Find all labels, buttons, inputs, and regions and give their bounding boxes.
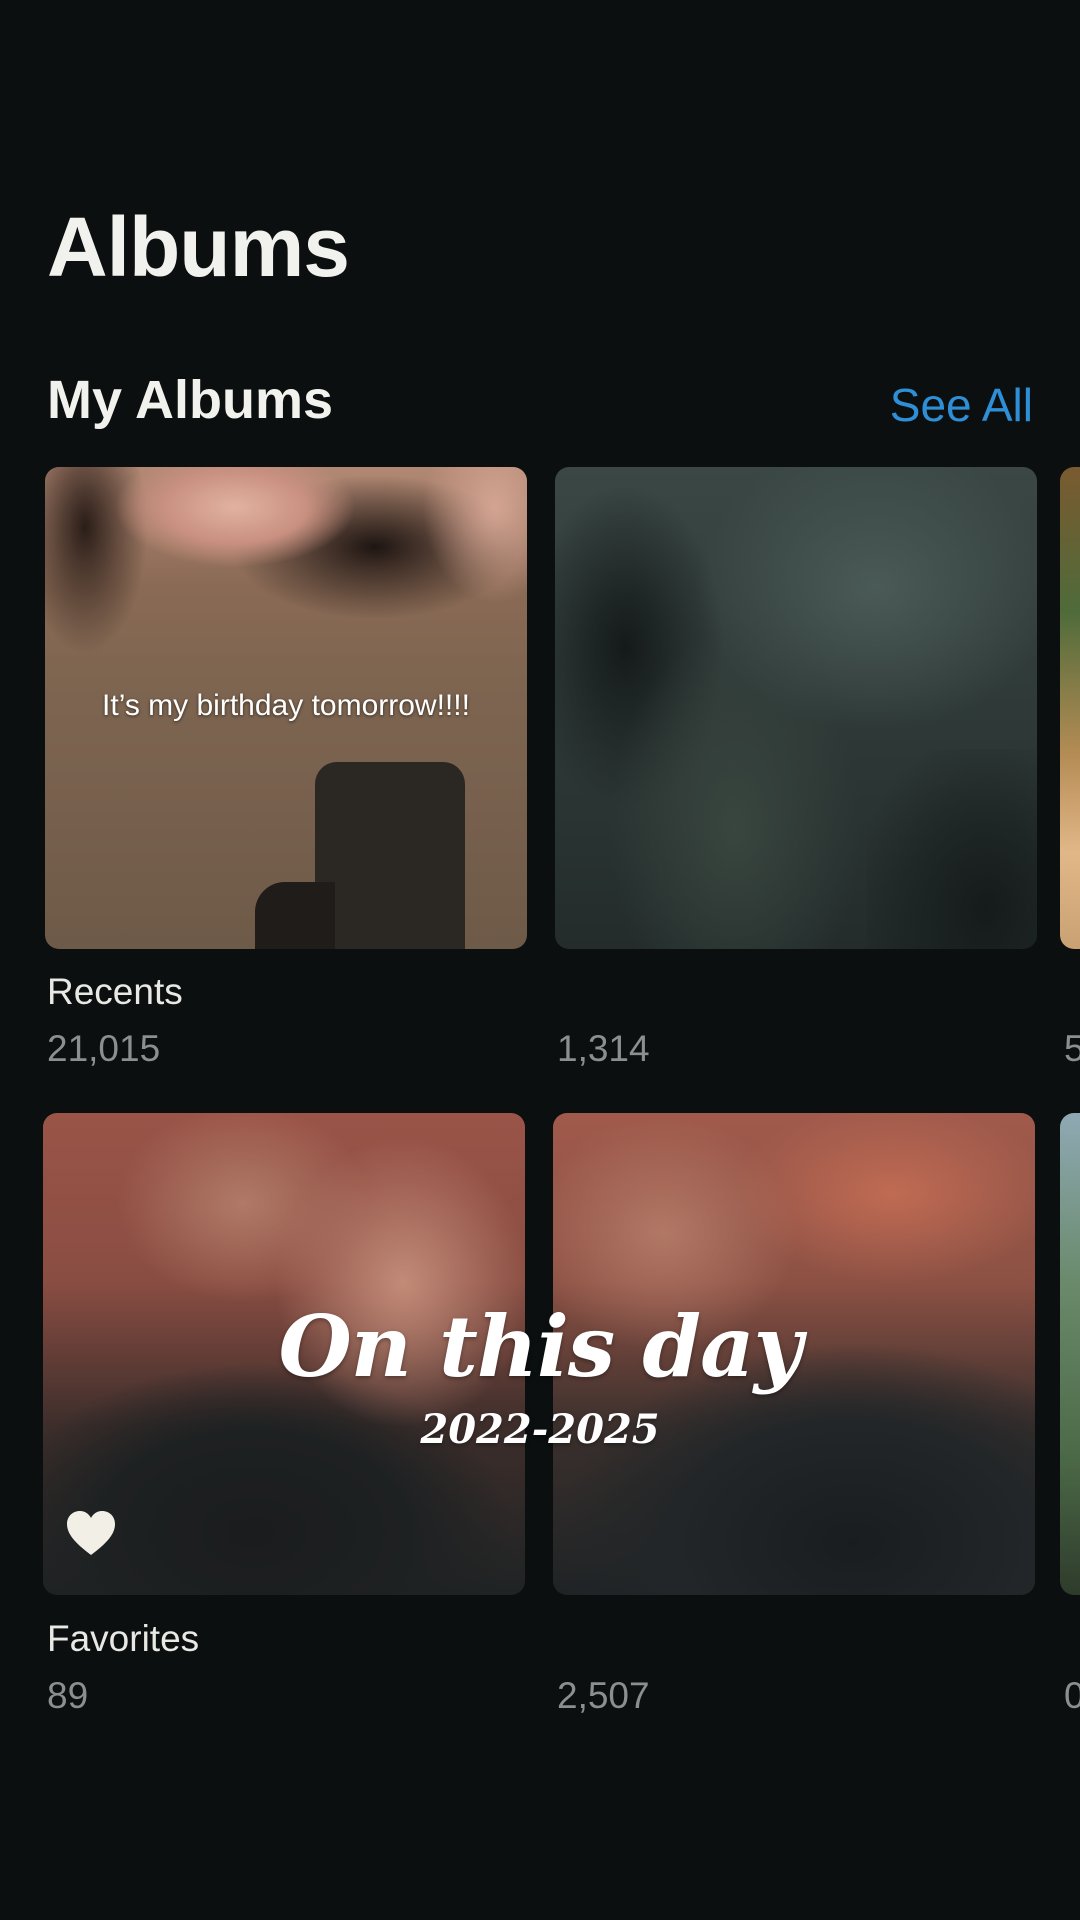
album-3[interactable] bbox=[1060, 467, 1080, 949]
page-title: Albums bbox=[47, 200, 350, 294]
album-count: 21,015 bbox=[47, 1028, 161, 1069]
album-name: Favorites bbox=[47, 1618, 200, 1659]
album-count: 0 bbox=[1064, 1675, 1080, 1716]
album-thumbnail bbox=[555, 467, 1037, 949]
photo-caption: It’s my birthday tomorrow!!!! bbox=[102, 689, 470, 722]
album-count: 1,314 bbox=[557, 1028, 650, 1069]
album-name: Recents bbox=[47, 971, 183, 1012]
album-thumbnail: It’s my birthday tomorrow!!!! bbox=[45, 467, 527, 949]
album-2[interactable] bbox=[555, 467, 1037, 949]
section-title-my-albums: My Albums bbox=[47, 370, 334, 430]
overlay-subtitle: 2022-2025 bbox=[420, 1406, 660, 1453]
heart-icon bbox=[67, 1511, 115, 1555]
see-all-button[interactable]: See All bbox=[890, 382, 1033, 428]
photo-detail bbox=[255, 762, 465, 949]
album-count: 2,507 bbox=[557, 1675, 650, 1716]
album-thumbnail bbox=[1060, 467, 1080, 949]
album-count: 89 bbox=[47, 1675, 89, 1716]
album-recents[interactable]: It’s my birthday tomorrow!!!! bbox=[45, 467, 527, 949]
overlay-title: On this day bbox=[278, 1297, 803, 1396]
album-count: 5 bbox=[1064, 1028, 1080, 1069]
albums-screen: Albums My Albums See All It’s my birthda… bbox=[0, 0, 1080, 1920]
